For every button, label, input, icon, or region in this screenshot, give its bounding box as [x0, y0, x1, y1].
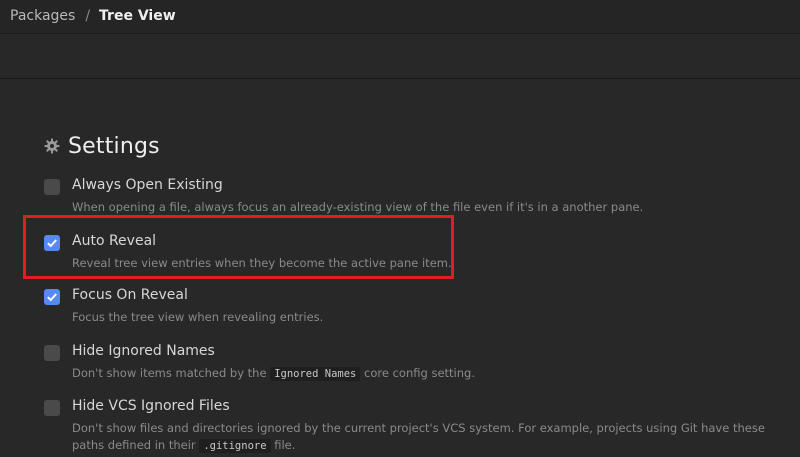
setting-description: When opening a file, always focus an alr… — [72, 200, 644, 214]
section-title: Settings — [68, 133, 160, 159]
setting-title[interactable]: Hide Ignored Names — [72, 343, 215, 359]
breadcrumb-packages-link[interactable]: Packages — [10, 8, 75, 24]
sub-header-bar — [0, 34, 800, 79]
settings-section-header: Settings — [44, 131, 160, 161]
breadcrumb: Packages / Tree View — [10, 7, 176, 25]
setting-description: Reveal tree view entries when they becom… — [72, 256, 452, 270]
breadcrumb-current: Tree View — [99, 8, 176, 24]
description-text: core config setting. — [364, 366, 475, 380]
setting-description: Focus the tree view when revealing entri… — [72, 310, 324, 324]
always-open-existing-checkbox[interactable] — [44, 179, 60, 195]
top-bar: Packages / Tree View — [0, 0, 800, 34]
setting-title[interactable]: Auto Reveal — [72, 233, 156, 249]
focus-on-reveal-checkbox[interactable] — [44, 289, 60, 305]
hide-ignored-names-checkbox[interactable] — [44, 345, 60, 361]
description-text: Don't show items matched by the — [72, 366, 267, 380]
code-snippet: Ignored Names — [270, 367, 361, 381]
setting-title[interactable]: Always Open Existing — [72, 177, 223, 193]
gear-icon — [44, 138, 60, 154]
code-snippet: .gitignore — [199, 439, 271, 453]
setting-title[interactable]: Hide VCS Ignored Files — [72, 398, 230, 414]
setting-title[interactable]: Focus On Reveal — [72, 287, 188, 303]
hide-vcs-ignored-files-checkbox[interactable] — [44, 400, 60, 416]
setting-description: Don't show files and directories ignored… — [72, 420, 772, 455]
setting-description: Don't show items matched by the Ignored … — [72, 365, 772, 383]
description-text: Don't show files and directories ignored… — [72, 421, 765, 452]
auto-reveal-checkbox[interactable] — [44, 235, 60, 251]
breadcrumb-separator: / — [85, 8, 91, 24]
description-text: file. — [274, 438, 296, 452]
